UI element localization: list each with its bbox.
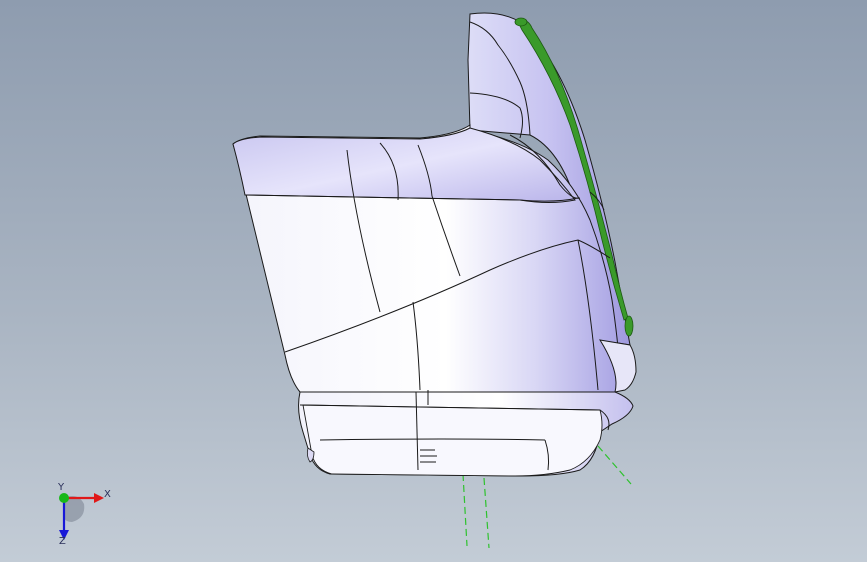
3d-part-model[interactable] [0,0,867,562]
top-face-surface[interactable] [232,127,576,203]
green-edge-node-top[interactable] [514,17,528,27]
z-axis-label: Z [59,536,66,547]
base-lower-shell[interactable] [302,404,603,477]
green-edge-node-side[interactable] [624,315,634,337]
y-axis-label: Y [57,482,65,493]
x-axis-label: X [104,489,111,500]
x-axis-arrow [94,493,104,503]
y-axis-origin [59,493,69,503]
cad-3d-viewport[interactable]: X Y Z [0,0,867,562]
coordinate-triad: X Y Z [57,482,111,547]
